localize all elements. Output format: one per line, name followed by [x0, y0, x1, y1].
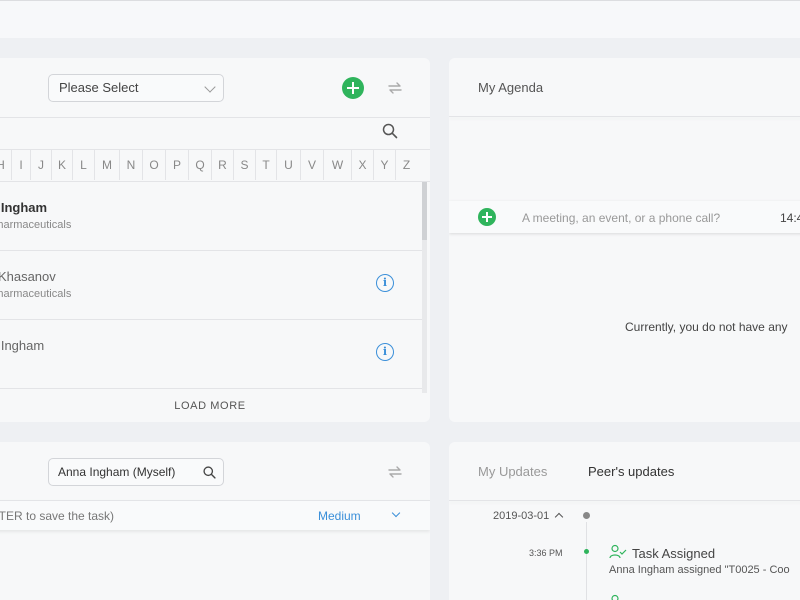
search-icon[interactable] — [202, 465, 217, 480]
priority-select[interactable]: Medium — [318, 509, 361, 523]
alphabet-letter[interactable]: Q — [189, 150, 212, 180]
user-check-icon — [609, 544, 627, 559]
agenda-input[interactable]: A meeting, an event, or a phone call? — [522, 211, 720, 225]
task-input-row[interactable]: NTER to save the task) Medium — [0, 500, 430, 530]
top-bar — [0, 0, 800, 38]
add-agenda-button[interactable] — [478, 208, 496, 226]
contact-row[interactable]: a Ingham Pharmaceuticals — [0, 182, 422, 251]
contact-name: r Khasanov — [0, 269, 56, 284]
alphabet-letter[interactable]: J — [31, 150, 52, 180]
assignee-value: Anna Ingham (Myself) — [58, 465, 176, 479]
alphabet-letter[interactable]: H — [0, 150, 12, 180]
update-date: 2019-03-01 — [493, 510, 550, 522]
contact-filter-value: Please Select — [59, 80, 139, 95]
refresh-icon[interactable] — [386, 463, 404, 481]
agenda-time[interactable]: 14:4 — [780, 211, 800, 225]
contact-row[interactable]: a Ingham ut i — [0, 320, 422, 389]
alphabet-letter[interactable]: X — [352, 150, 374, 180]
alphabet-letter[interactable]: U — [277, 150, 301, 180]
contact-name: a Ingham — [0, 338, 45, 353]
timeline-dot — [583, 512, 590, 519]
alphabet-letter[interactable]: Y — [374, 150, 396, 180]
alphabet-letter[interactable]: M — [95, 150, 120, 180]
user-check-icon — [611, 594, 619, 600]
agenda-input-row[interactable]: A meeting, an event, or a phone call? 14… — [449, 201, 800, 233]
refresh-icon[interactable] — [386, 79, 404, 97]
agenda-title: My Agenda — [478, 80, 544, 95]
chevron-down-icon[interactable] — [391, 508, 401, 518]
add-contact-button[interactable] — [342, 77, 364, 99]
alphabet-letter[interactable]: V — [301, 150, 324, 180]
assignee-search-field[interactable]: Anna Ingham (Myself) — [48, 458, 224, 486]
alphabet-letter[interactable]: T — [256, 150, 277, 180]
info-icon[interactable]: i — [376, 343, 394, 361]
update-time: 3:36 PM — [529, 548, 563, 558]
alphabet-letter[interactable]: S — [234, 150, 256, 180]
contact-filter-select[interactable]: Please Select — [48, 74, 224, 102]
agenda-card: My Agenda A meeting, an event, or a phon… — [449, 58, 800, 422]
alphabet-letter[interactable]: N — [120, 150, 143, 180]
chevron-down-icon — [204, 81, 216, 93]
contact-company: Pharmaceuticals — [0, 288, 72, 300]
alphabet-letter[interactable]: L — [73, 150, 95, 180]
alphabet-letter[interactable]: P — [166, 150, 189, 180]
update-title: Task Assigned — [632, 546, 716, 561]
tab-my-updates[interactable]: My Updates — [478, 464, 547, 479]
load-more-button[interactable]: LOAD MORE — [0, 400, 430, 412]
agenda-empty-message: Currently, you do not have any — [625, 320, 788, 334]
contact-company: Pharmaceuticals — [0, 219, 72, 231]
contact-name: a Ingham — [0, 200, 48, 215]
updates-card: My Updates Peer's updates 2019-03-01 3:3… — [449, 442, 800, 600]
info-icon[interactable]: i — [376, 274, 394, 292]
scrollbar-thumb[interactable] — [422, 182, 427, 240]
alphabet-letter[interactable]: R — [212, 150, 234, 180]
agenda-divider — [449, 116, 800, 117]
alphabet-letter[interactable]: W — [324, 150, 352, 180]
alphabet-letter[interactable]: I — [12, 150, 31, 180]
updates-divider — [449, 500, 800, 501]
alphabet-filter: H I J K L M N O P Q R S T U V W X Y Z — [0, 150, 417, 180]
search-icon[interactable] — [381, 122, 399, 140]
task-input-hint[interactable]: NTER to save the task) — [0, 509, 114, 523]
alphabet-letter[interactable]: Z — [396, 150, 417, 180]
chevron-up-icon[interactable] — [554, 512, 564, 522]
alphabet-letter[interactable]: K — [52, 150, 73, 180]
contacts-scrollbar[interactable] — [422, 182, 427, 393]
update-detail: Anna Ingham assigned "T0025 - Coo — [609, 564, 790, 576]
contacts-card: Please Select H I J K L M N O P Q R S T … — [0, 58, 430, 422]
tasks-card: Anna Ingham (Myself) NTER to save the ta… — [0, 442, 430, 600]
header-divider — [0, 117, 430, 118]
alphabet-letter[interactable]: O — [143, 150, 166, 180]
timeline-line — [586, 522, 587, 600]
contact-row[interactable]: r Khasanov Pharmaceuticals i — [0, 251, 422, 320]
tab-peers-updates[interactable]: Peer's updates — [588, 464, 674, 479]
timeline-dot-active — [584, 549, 589, 554]
